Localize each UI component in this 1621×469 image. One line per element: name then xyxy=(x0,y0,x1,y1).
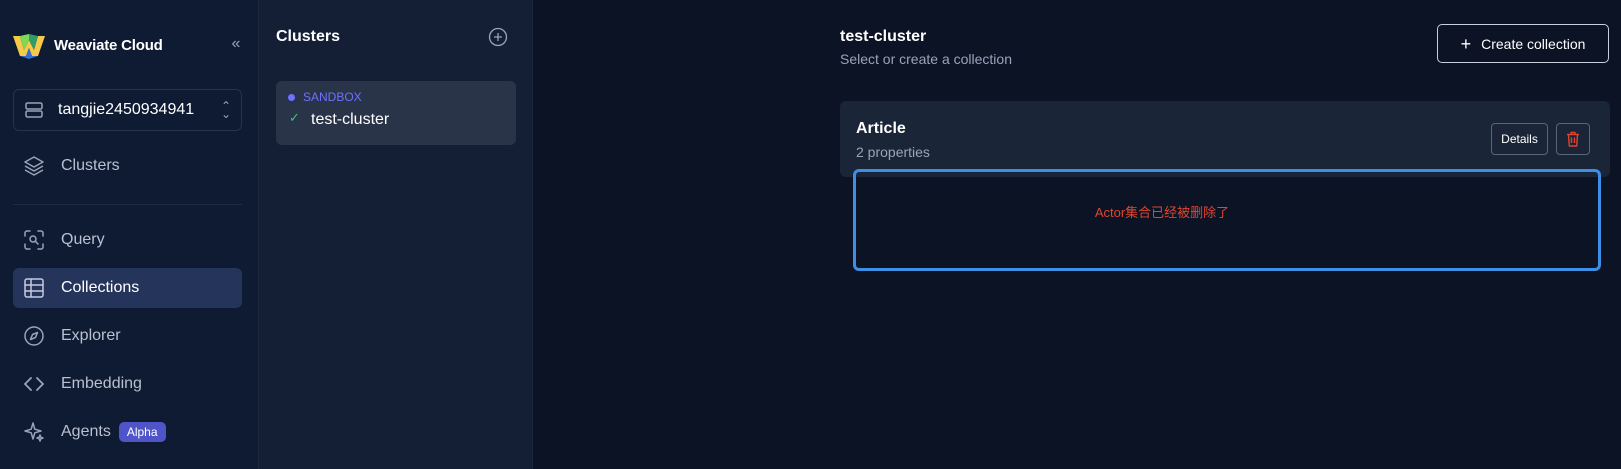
cluster-panel: Clusters SANDBOX ✓ test-cluster xyxy=(259,0,533,469)
code-brackets-icon xyxy=(21,371,47,397)
logo[interactable]: Weaviate Cloud xyxy=(12,30,163,60)
double-chevron-left-icon: « xyxy=(231,35,241,52)
deletion-notice-text: Actor集合已经被删除了 xyxy=(1094,205,1230,220)
plus-icon: + xyxy=(1460,33,1472,54)
collection-name: Article xyxy=(856,120,906,137)
cluster-panel-title: Clusters xyxy=(276,28,341,45)
nav-label-agents: Agents xyxy=(61,423,111,440)
collapse-sidebar-button[interactable]: « xyxy=(226,34,246,54)
details-button[interactable]: Details xyxy=(1491,123,1548,155)
query-scan-icon xyxy=(21,227,47,253)
cluster-tier: SANDBOX xyxy=(288,90,362,104)
weaviate-logo-icon xyxy=(12,30,46,60)
server-icon xyxy=(25,102,43,118)
add-cluster-button[interactable] xyxy=(488,27,508,47)
delete-collection-button[interactable] xyxy=(1556,123,1590,155)
logo-title: Weaviate Cloud xyxy=(54,36,163,54)
check-icon: ✓ xyxy=(289,110,300,125)
nav-label-query: Query xyxy=(61,231,105,248)
nav-item-embedding[interactable]: Embedding xyxy=(13,364,242,404)
compass-icon xyxy=(21,323,47,349)
cluster-card[interactable]: SANDBOX ✓ test-cluster xyxy=(276,81,516,145)
sidebar: Weaviate Cloud « tangjie2450934941 ⌃ ⌄ Cl… xyxy=(0,0,259,469)
nav-item-agents[interactable]: Agents Alpha xyxy=(13,412,242,452)
nav-item-collections[interactable]: Collections xyxy=(13,268,242,308)
organization-selector[interactable]: tangjie2450934941 ⌃ ⌄ xyxy=(13,89,242,131)
status-dot-icon xyxy=(288,93,295,101)
cluster-name: test-cluster xyxy=(311,111,390,128)
plus-circle-icon xyxy=(488,27,508,47)
collection-card[interactable]: Article 2 properties Details xyxy=(840,101,1610,177)
nav-label-embedding: Embedding xyxy=(61,375,142,392)
chevron-up-down-icon: ⌃ ⌄ xyxy=(220,99,231,121)
page-subtitle: Select or create a collection xyxy=(840,51,1012,67)
collection-properties: 2 properties xyxy=(856,144,930,160)
layers-icon xyxy=(21,153,47,179)
deletion-notice-box: Actor集合已经被删除了 xyxy=(853,169,1601,271)
nav-label-explorer: Explorer xyxy=(61,327,121,344)
nav-item-explorer[interactable]: Explorer xyxy=(13,316,242,356)
nav-label-collections: Collections xyxy=(61,279,140,296)
nav-item-query[interactable]: Query xyxy=(13,220,242,260)
create-collection-label: Create collection xyxy=(1481,35,1586,52)
page-title: test-cluster xyxy=(840,28,927,45)
trash-icon xyxy=(1567,131,1579,147)
sparkles-icon xyxy=(21,419,47,445)
nav-divider xyxy=(13,204,242,205)
cluster-tier-label: SANDBOX xyxy=(303,90,362,104)
alpha-badge: Alpha xyxy=(118,422,166,442)
create-collection-button[interactable]: + Create collection xyxy=(1437,24,1609,63)
nav-label-clusters: Clusters xyxy=(61,157,120,174)
table-icon xyxy=(21,275,47,301)
nav-item-clusters[interactable]: Clusters xyxy=(13,146,242,186)
organization-name: tangjie2450934941 xyxy=(58,101,195,118)
